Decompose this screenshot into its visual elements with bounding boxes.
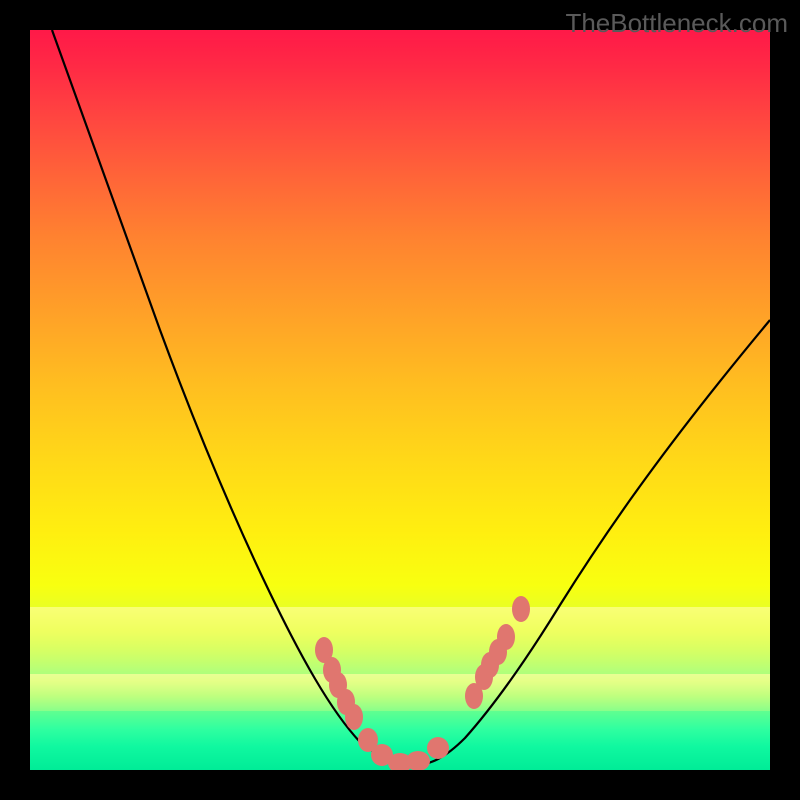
- marker-dot: [345, 704, 363, 730]
- bottleneck-curve: [52, 30, 770, 765]
- plot-area: [30, 30, 770, 770]
- curve-svg: [30, 30, 770, 770]
- marker-dot: [497, 624, 515, 650]
- watermark-text: TheBottleneck.com: [565, 8, 788, 39]
- marker-dot: [406, 751, 430, 770]
- marker-dot: [427, 737, 449, 759]
- marker-group: [315, 596, 530, 770]
- marker-dot: [512, 596, 530, 622]
